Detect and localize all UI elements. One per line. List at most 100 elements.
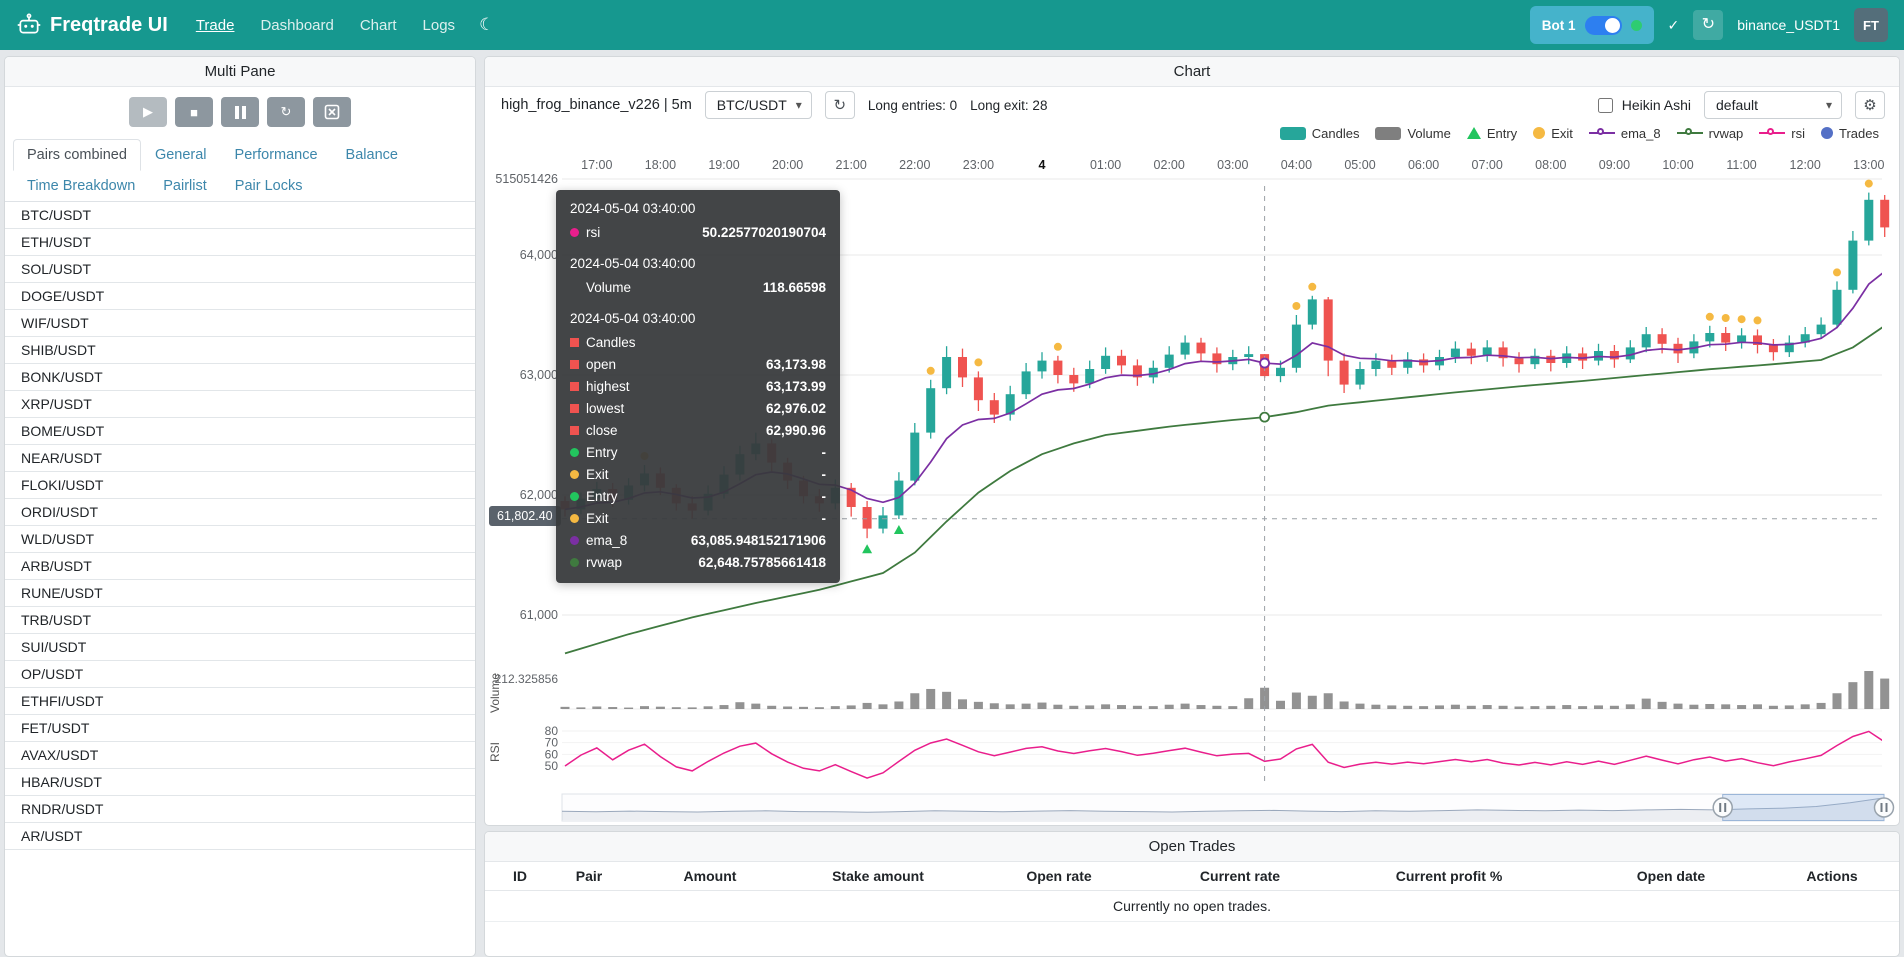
- gear-icon: ⚙: [1863, 97, 1876, 114]
- open-trades-title: Open Trades: [485, 832, 1899, 862]
- pair-list-item[interactable]: ETHFI/USDT: [5, 688, 475, 715]
- svg-text:515051426: 515051426: [495, 172, 558, 186]
- legend-item-volume[interactable]: Volume: [1375, 126, 1450, 141]
- heikin-ashi-label: Heikin Ashi: [1622, 97, 1691, 113]
- svg-text:62,000: 62,000: [520, 488, 558, 502]
- tab-pairs-combined[interactable]: Pairs combined: [13, 139, 141, 171]
- pair-list-item[interactable]: RUNE/USDT: [5, 580, 475, 607]
- refresh-chart-button[interactable]: ↻: [825, 91, 855, 119]
- tooltip-row: Volume118.66598: [570, 276, 826, 298]
- legend-item-candles[interactable]: Candles: [1280, 126, 1360, 141]
- pair-list-item[interactable]: BONK/USDT: [5, 364, 475, 391]
- tab-time-breakdown[interactable]: Time Breakdown: [13, 170, 149, 202]
- pair-list-item[interactable]: FLOKI/USDT: [5, 472, 475, 499]
- pair-list-item[interactable]: XRP/USDT: [5, 391, 475, 418]
- nav-link-logs[interactable]: Logs: [423, 17, 456, 34]
- brand[interactable]: Freqtrade UI: [16, 12, 168, 38]
- pair-list-item[interactable]: SHIB/USDT: [5, 337, 475, 364]
- pair-list-item[interactable]: DOGE/USDT: [5, 283, 475, 310]
- svg-text:07:00: 07:00: [1472, 158, 1503, 172]
- datazoom-right-handle[interactable]: [1875, 798, 1894, 817]
- svg-text:63,000: 63,000: [520, 368, 558, 382]
- svg-text:61,000: 61,000: [520, 608, 558, 622]
- tooltip-row: Exit-: [570, 507, 826, 529]
- series-marker-icon: [570, 338, 579, 347]
- tab-performance[interactable]: Performance: [221, 139, 332, 171]
- svg-text:03:00: 03:00: [1217, 158, 1248, 172]
- tooltip-series-label: Exit: [586, 511, 609, 526]
- svg-text:13:00: 13:00: [1853, 158, 1884, 172]
- bot-toggle-switch[interactable]: [1585, 16, 1622, 35]
- pair-list-item[interactable]: ARB/USDT: [5, 553, 475, 580]
- legend-item-rvwap[interactable]: rvwap: [1677, 126, 1744, 141]
- volume-legend-icon: [1375, 127, 1401, 140]
- toggle-knob: [1605, 18, 1620, 33]
- tab-general[interactable]: General: [141, 139, 221, 171]
- heikin-ashi-checkbox[interactable]: [1598, 98, 1613, 113]
- plot-settings-button[interactable]: ⚙: [1855, 91, 1885, 119]
- pair-list-item[interactable]: AR/USDT: [5, 823, 475, 850]
- pair-list-item[interactable]: SUI/USDT: [5, 634, 475, 661]
- stop-icon: ■: [190, 105, 198, 120]
- tooltip-series-value: -: [822, 489, 827, 504]
- legend-item-entry[interactable]: Entry: [1467, 126, 1517, 141]
- cancel-orders-button[interactable]: [313, 97, 351, 127]
- tooltip-series-label: rvwap: [586, 555, 622, 570]
- exit-signal-marker: [1865, 180, 1873, 188]
- nav-link-dashboard[interactable]: Dashboard: [260, 17, 333, 34]
- legend-item-exit[interactable]: Exit: [1533, 126, 1573, 141]
- pair-list-item[interactable]: OP/USDT: [5, 661, 475, 688]
- bot-selector[interactable]: Bot 1: [1530, 6, 1654, 44]
- open-trades-header-row: IDPairAmountStake amountOpen rateCurrent…: [485, 862, 1899, 891]
- series-marker-icon: [570, 470, 579, 479]
- tab-pair-locks[interactable]: Pair Locks: [221, 170, 317, 202]
- nav-link-trade[interactable]: Trade: [196, 17, 235, 34]
- svg-text:21:00: 21:00: [836, 158, 867, 172]
- pair-list-item[interactable]: RNDR/USDT: [5, 796, 475, 823]
- pair-list-item[interactable]: BTC/USDT: [5, 202, 475, 229]
- stop-button[interactable]: ■: [175, 97, 213, 127]
- tab-balance[interactable]: Balance: [332, 139, 412, 171]
- pair-list-item[interactable]: HBAR/USDT: [5, 769, 475, 796]
- exit-signal-marker: [1722, 314, 1730, 322]
- legend-item-trades[interactable]: Trades: [1821, 126, 1879, 141]
- pair-list-item[interactable]: BOME/USDT: [5, 418, 475, 445]
- datazoom-left-handle[interactable]: [1713, 798, 1732, 817]
- refresh-button[interactable]: ↻: [267, 97, 305, 127]
- user-avatar[interactable]: FT: [1854, 8, 1888, 42]
- reload-data-button[interactable]: ↻: [1693, 10, 1723, 40]
- pair-list-item[interactable]: SOL/USDT: [5, 256, 475, 283]
- tooltip-series-label: open: [586, 357, 616, 372]
- datazoom-window[interactable]: [1723, 795, 1884, 821]
- plot-config-select[interactable]: default ▾: [1704, 91, 1842, 119]
- reload-icon: ↻: [1702, 16, 1715, 33]
- trades-column-header: Current profit %: [1333, 868, 1565, 884]
- trades-column-header: Actions: [1777, 868, 1887, 884]
- pair-list-item[interactable]: ORDI/USDT: [5, 499, 475, 526]
- pause-button[interactable]: [221, 97, 259, 127]
- pair-list: BTC/USDTETH/USDTSOL/USDTDOGE/USDTWIF/USD…: [5, 202, 475, 956]
- pair-list-item[interactable]: FET/USDT: [5, 715, 475, 742]
- pair-list-item[interactable]: TRB/USDT: [5, 607, 475, 634]
- datazoom-slider[interactable]: [562, 794, 1894, 821]
- play-button[interactable]: ▶: [129, 97, 167, 127]
- svg-text:01:00: 01:00: [1090, 158, 1121, 172]
- pair-list-item[interactable]: WIF/USDT: [5, 310, 475, 337]
- pair-list-item[interactable]: AVAX/USDT: [5, 742, 475, 769]
- pair-list-item[interactable]: ETH/USDT: [5, 229, 475, 256]
- navbar-right: Bot 1 ✓ ↻ binance_USDT1 FT: [1530, 6, 1888, 44]
- tooltip-series-value: 62,990.96: [766, 423, 826, 438]
- freqtrade-robot-icon: [16, 12, 42, 38]
- check-icon: ✓: [1668, 17, 1680, 34]
- legend-item-ema_8[interactable]: ema_8: [1589, 126, 1661, 141]
- pair-select[interactable]: BTC/USDT ▾: [705, 91, 812, 119]
- legend-item-rsi[interactable]: rsi: [1759, 126, 1805, 141]
- tooltip-row: lowest62,976.02: [570, 397, 826, 419]
- pair-list-item[interactable]: NEAR/USDT: [5, 445, 475, 472]
- nav-link-chart[interactable]: Chart: [360, 17, 397, 34]
- tooltip-series-value: 63,173.98: [766, 357, 826, 372]
- pair-list-item[interactable]: WLD/USDT: [5, 526, 475, 553]
- theme-toggle-icon[interactable]: ☾: [479, 15, 494, 35]
- tab-pairlist[interactable]: Pairlist: [149, 170, 221, 202]
- tooltip-series-label: highest: [586, 379, 630, 394]
